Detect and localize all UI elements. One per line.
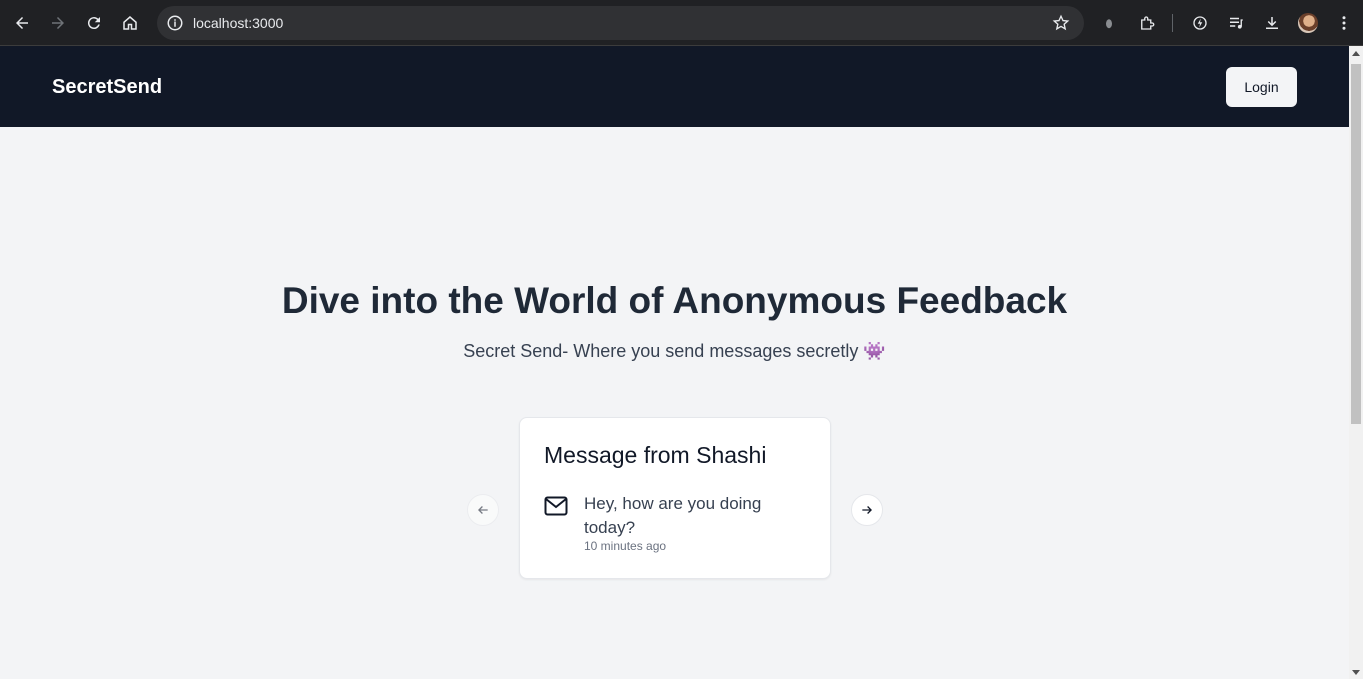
- message-card: Message from Shashi Hey, how are you doi…: [519, 417, 831, 579]
- browser-toolbar: localhost:3000: [0, 0, 1363, 46]
- download-icon[interactable]: [1261, 12, 1283, 34]
- extension-icon[interactable]: [1098, 12, 1120, 34]
- page-title: Dive into the World of Anonymous Feedbac…: [281, 280, 1068, 321]
- message-timestamp: 10 minutes ago: [584, 539, 667, 553]
- carousel-prev-button[interactable]: [467, 494, 499, 526]
- site-info-icon[interactable]: [166, 14, 184, 32]
- url-text[interactable]: localhost:3000: [193, 15, 283, 31]
- reload-icon[interactable]: [82, 11, 106, 35]
- carousel-next-button[interactable]: [851, 494, 883, 526]
- page-subtitle: Secret Send- Where you send messages sec…: [463, 341, 886, 361]
- scrollbar-thumb[interactable]: [1351, 64, 1361, 424]
- back-icon[interactable]: [10, 11, 34, 35]
- message-content: Hey, how are you doing today?: [584, 494, 762, 537]
- menu-dots-icon[interactable]: [1333, 12, 1355, 34]
- login-button[interactable]: Login: [1226, 67, 1297, 107]
- puzzle-icon[interactable]: [1136, 12, 1158, 34]
- address-bar[interactable]: localhost:3000: [157, 6, 1084, 40]
- performance-icon[interactable]: [1189, 12, 1211, 34]
- forward-icon[interactable]: [46, 11, 70, 35]
- arrow-right-icon: [862, 506, 872, 514]
- home-icon[interactable]: [118, 11, 142, 35]
- scroll-up-icon[interactable]: [1352, 51, 1360, 56]
- brand-logo[interactable]: SecretSend: [52, 76, 162, 98]
- media-queue-icon[interactable]: [1225, 12, 1247, 34]
- toolbar-divider: [1172, 14, 1173, 32]
- message-title: Message from Shashi: [544, 442, 767, 468]
- page-scrollbar[interactable]: [1349, 46, 1363, 679]
- scroll-down-icon[interactable]: [1352, 670, 1360, 675]
- profile-avatar[interactable]: [1298, 13, 1318, 33]
- mail-icon: [544, 496, 568, 516]
- arrow-left-icon: [478, 506, 488, 514]
- bookmark-star-icon[interactable]: [1052, 14, 1070, 32]
- app-header: SecretSend Login: [0, 46, 1349, 127]
